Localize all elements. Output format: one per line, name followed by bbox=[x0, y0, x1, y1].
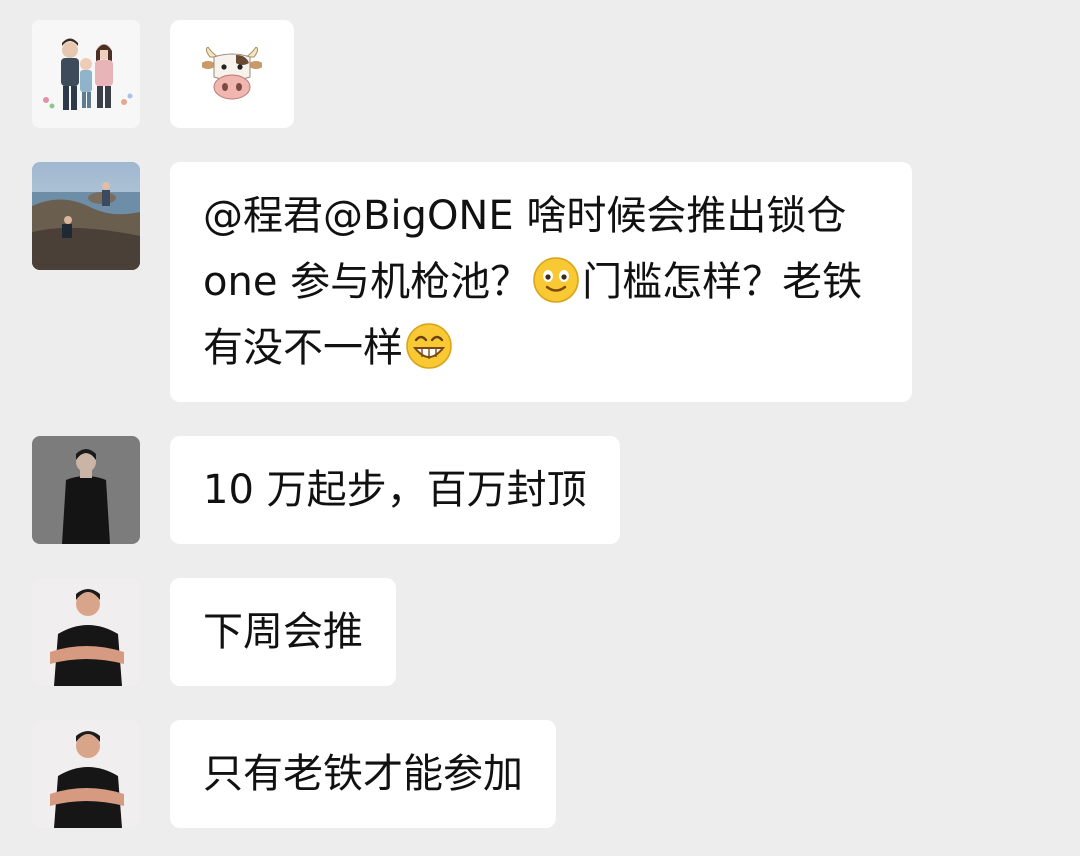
chat-message: @程君@BigONE 啥时候会推出锁仓 one 参与机枪池？ 门槛怎样？老铁有没… bbox=[32, 162, 912, 402]
avatar[interactable] bbox=[32, 162, 140, 270]
chat-message-list[interactable]: @程君@BigONE 啥时候会推出锁仓 one 参与机枪池？ 门槛怎样？老铁有没… bbox=[0, 0, 1080, 856]
chat-message: 只有老铁才能参加 bbox=[32, 720, 556, 828]
message-text: 只有老铁才能参加 bbox=[203, 751, 523, 797]
message-bubble[interactable]: @程君@BigONE 啥时候会推出锁仓 one 参与机枪池？ 门槛怎样？老铁有没… bbox=[170, 162, 912, 402]
cow-face-emoji-icon bbox=[202, 47, 262, 100]
message-bubble[interactable]: 只有老铁才能参加 bbox=[170, 720, 556, 828]
avatar[interactable] bbox=[32, 578, 140, 686]
arms-crossed-man-avatar-icon bbox=[32, 578, 140, 686]
avatar[interactable] bbox=[32, 720, 140, 828]
smiling-face-emoji-icon bbox=[533, 257, 579, 303]
chat-message: 下周会推 bbox=[32, 578, 396, 686]
chat-message: 10 万起步，百万封顶 bbox=[32, 436, 620, 544]
message-bubble[interactable] bbox=[170, 20, 294, 128]
man-black-tee-avatar-icon bbox=[32, 436, 140, 544]
family-cartoon-avatar-icon bbox=[32, 20, 140, 128]
message-text: 10 万起步，百万封顶 bbox=[203, 467, 587, 513]
message-bubble[interactable]: 10 万起步，百万封顶 bbox=[170, 436, 620, 544]
message-text: 下周会推 bbox=[203, 609, 363, 655]
avatar[interactable] bbox=[32, 436, 140, 544]
message-bubble[interactable]: 下周会推 bbox=[170, 578, 396, 686]
arms-crossed-man-avatar-icon bbox=[32, 720, 140, 828]
seaside-photo-avatar-icon bbox=[32, 162, 140, 270]
grinning-face-emoji-icon bbox=[406, 323, 452, 369]
chat-message bbox=[32, 20, 294, 128]
avatar[interactable] bbox=[32, 20, 140, 128]
